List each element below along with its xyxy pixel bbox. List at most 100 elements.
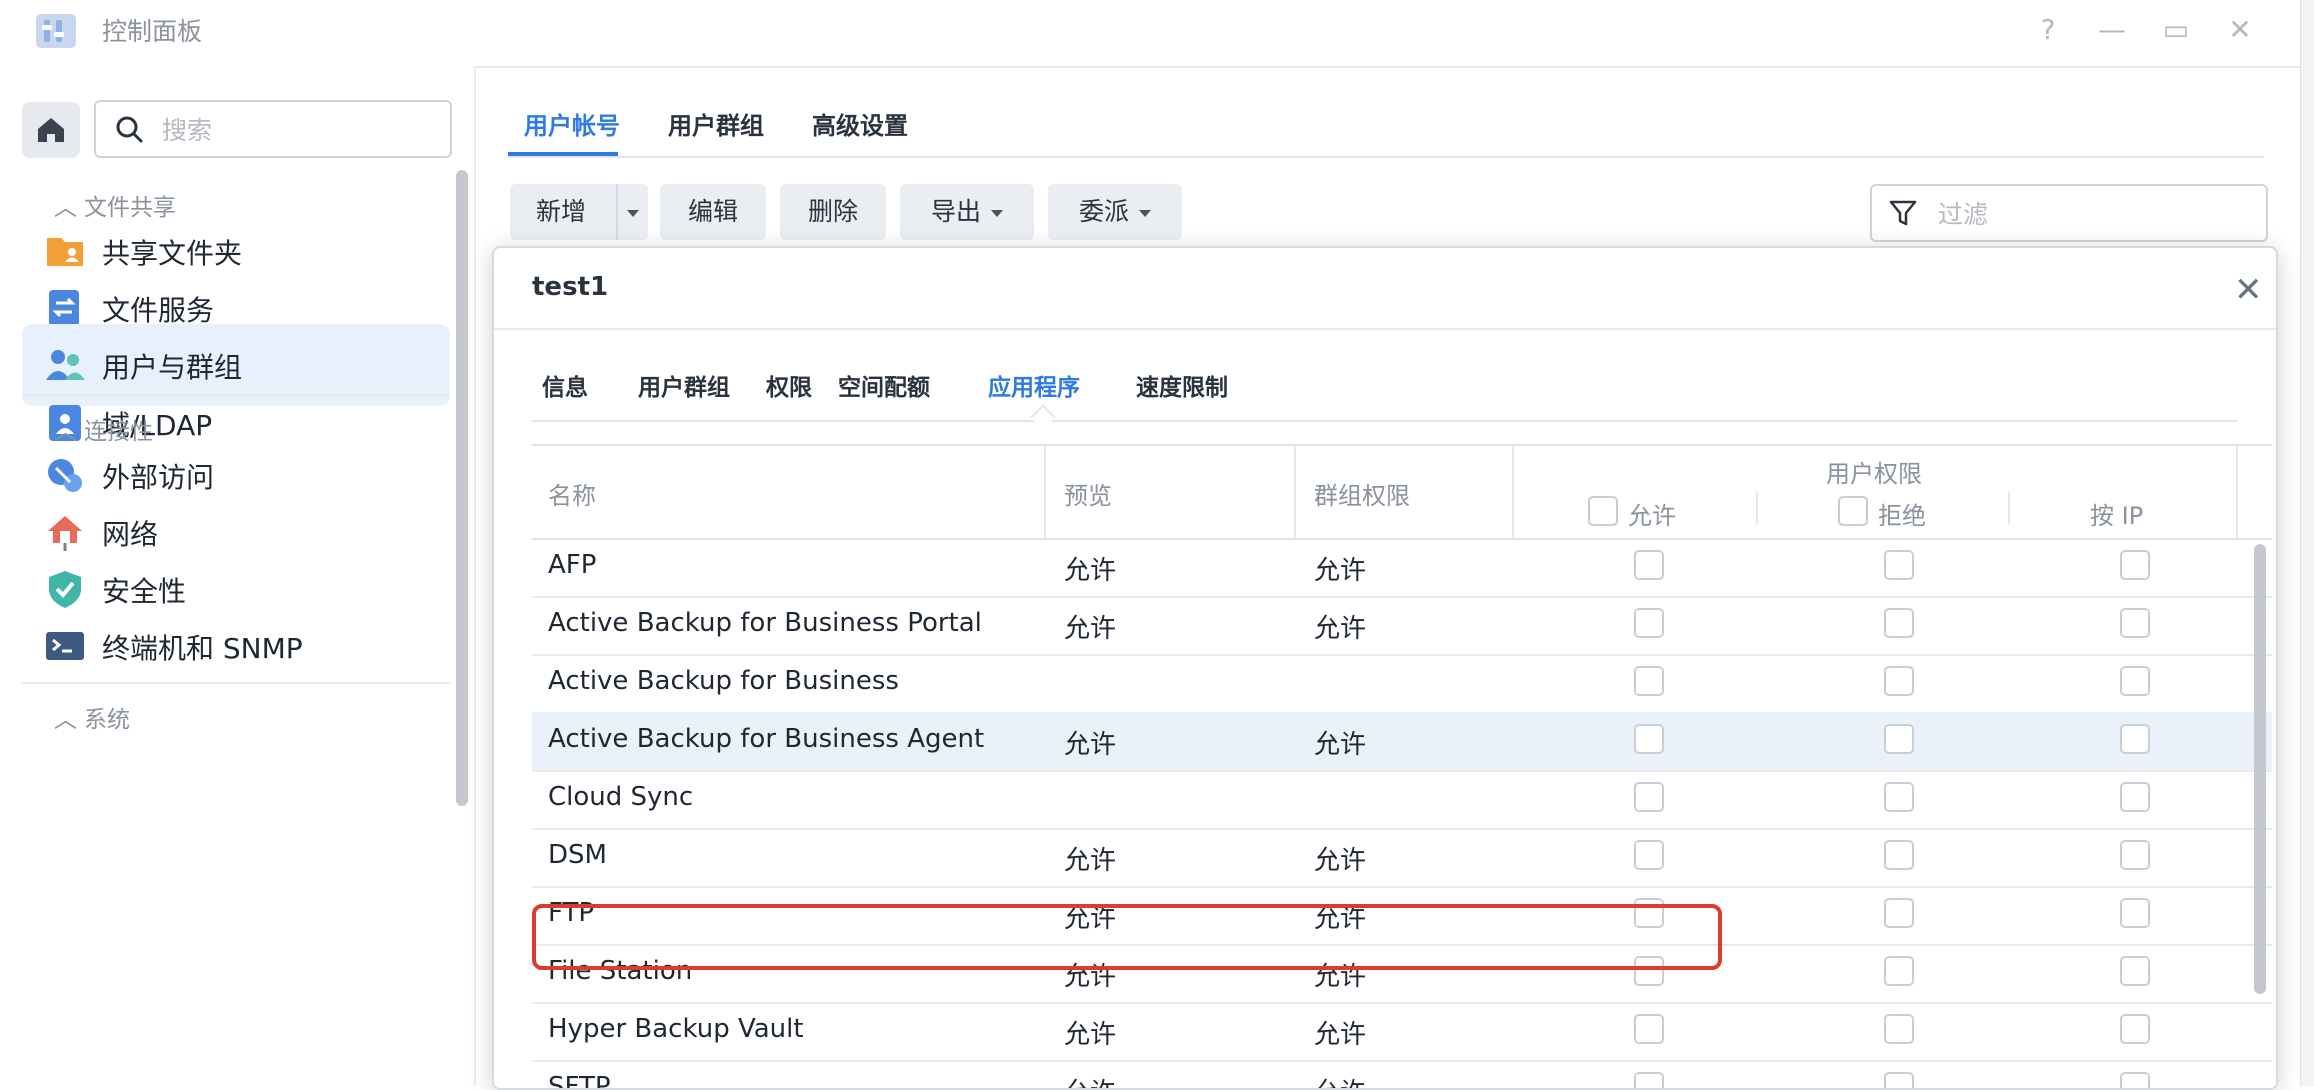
app-name-cell: DSM <box>548 840 607 870</box>
filter-input[interactable] <box>1936 194 2240 234</box>
terminal-icon <box>46 632 84 660</box>
filter-box[interactable] <box>1870 184 2268 242</box>
table-row[interactable]: Hyper Backup Vault 允许 允许 <box>532 1002 2272 1062</box>
table-row[interactable]: Active Backup for Business Agent 允许 允许 <box>532 712 2272 772</box>
delegate-button[interactable]: 委派 <box>1048 184 1182 240</box>
allow-checkbox[interactable] <box>1634 550 1664 580</box>
tab-user-groups[interactable]: 用户群组 <box>638 368 730 402</box>
sidebar: ︿文件共享 共享文件夹 文件服务 用户与群组 <box>0 66 476 1086</box>
by-ip-checkbox[interactable] <box>2120 898 2150 928</box>
users-icon <box>46 350 85 380</box>
delete-button[interactable]: 删除 <box>780 184 886 240</box>
header-allow: 允许 <box>1628 502 1676 530</box>
caret-down-icon <box>627 209 639 217</box>
home-button[interactable] <box>22 102 80 158</box>
table-row[interactable]: DSM 允许 允许 <box>532 828 2272 888</box>
by-ip-checkbox[interactable] <box>2120 840 2150 870</box>
user-edit-dialog: test1 ✕ 信息 用户群组 权限 空间配额 应用程序 速度限制 名称 预览 … <box>492 246 2278 1090</box>
deny-checkbox[interactable] <box>1884 608 1914 638</box>
sidebar-scrollbar[interactable] <box>456 170 468 806</box>
outer-scrollbar[interactable] <box>2300 0 2314 1086</box>
main-tabs: 用户帐号 用户群组 高级设置 <box>508 90 2264 158</box>
search-input[interactable] <box>160 110 434 150</box>
highlight-annotation-box <box>532 904 1722 970</box>
sidebar-item-label: 网络 <box>102 518 159 551</box>
preview-cell: 允许 <box>1064 614 1117 644</box>
allow-checkbox[interactable] <box>1634 666 1664 696</box>
deny-checkbox[interactable] <box>1884 1014 1914 1044</box>
dialog-title: test1 <box>532 272 609 302</box>
by-ip-checkbox[interactable] <box>2120 1014 2150 1044</box>
by-ip-checkbox[interactable] <box>2120 724 2150 754</box>
control-panel-window: 控制面板 ? — ▭ ✕ ︿文件共享 共享文 <box>0 0 2314 1090</box>
by-ip-checkbox[interactable] <box>2120 956 2150 986</box>
by-ip-checkbox[interactable] <box>2120 550 2150 580</box>
by-ip-checkbox[interactable] <box>2120 782 2150 812</box>
export-button[interactable]: 导出 <box>900 184 1034 240</box>
tab-speed-limit[interactable]: 速度限制 <box>1136 368 1228 402</box>
file-services-icon <box>49 290 79 326</box>
close-window-button[interactable]: ✕ <box>2220 10 2260 50</box>
column-separator <box>1044 446 1046 538</box>
allow-checkbox[interactable] <box>1634 1014 1664 1044</box>
app-name-cell: AFP <box>548 550 597 580</box>
section-header-system[interactable]: ︿ 系统 <box>54 700 130 734</box>
sidebar-item-label: 外部访问 <box>102 461 215 494</box>
active-tab-notch <box>1030 404 1056 430</box>
deny-all-checkbox[interactable] <box>1838 496 1868 526</box>
home-icon <box>38 118 64 142</box>
minimize-button[interactable]: — <box>2092 10 2132 50</box>
tab-permissions[interactable]: 权限 <box>766 368 812 402</box>
deny-checkbox[interactable] <box>1884 898 1914 928</box>
edit-button[interactable]: 编辑 <box>660 184 766 240</box>
table-row[interactable]: Active Backup for Business Portal 允许 允许 <box>532 596 2272 656</box>
table-row[interactable]: Cloud Sync <box>532 770 2272 830</box>
preview-cell: 允许 <box>1064 846 1117 876</box>
deny-checkbox[interactable] <box>1884 782 1914 812</box>
maximize-button[interactable]: ▭ <box>2156 10 2196 50</box>
tab-advanced-settings[interactable]: 高级设置 <box>812 106 908 141</box>
column-separator <box>1756 492 1758 524</box>
by-ip-checkbox[interactable] <box>2120 608 2150 638</box>
header-group-permission: 群组权限 <box>1314 482 1410 510</box>
table-scrollbar[interactable] <box>2254 544 2266 994</box>
app-name-cell: Active Backup for Business <box>548 666 899 696</box>
application-permissions-table: 名称 预览 群组权限 用户权限 允许 拒绝 按 IP AFP 允许 允许 Active… <box>532 444 2272 1088</box>
table-row[interactable]: AFP 允许 允许 <box>532 538 2272 598</box>
allow-checkbox[interactable] <box>1634 840 1664 870</box>
control-panel-app-icon <box>36 14 76 48</box>
help-button[interactable]: ? <box>2028 10 2068 50</box>
allow-checkbox[interactable] <box>1634 608 1664 638</box>
sidebar-search[interactable] <box>94 100 452 158</box>
tab-quota[interactable]: 空间配额 <box>838 368 930 402</box>
preview-cell: 允许 <box>1064 556 1117 586</box>
sidebar-item-label: 共享文件夹 <box>102 237 243 270</box>
filter-icon <box>1889 200 1917 226</box>
sidebar-item-terminal-snmp[interactable]: 终端机和 SNMP <box>22 605 450 687</box>
preview-cell: 允许 <box>1064 1020 1117 1050</box>
tab-user-accounts[interactable]: 用户帐号 <box>524 106 620 141</box>
table-row[interactable]: Active Backup for Business <box>532 654 2272 714</box>
header-user-permission: 用户权限 <box>1826 460 1922 488</box>
allow-checkbox[interactable] <box>1634 782 1664 812</box>
deny-checkbox[interactable] <box>1884 550 1914 580</box>
deny-checkbox[interactable] <box>1884 666 1914 696</box>
tab-user-groups[interactable]: 用户群组 <box>668 106 764 141</box>
tab-applications[interactable]: 应用程序 <box>988 368 1080 402</box>
app-name-cell: Active Backup for Business Agent <box>548 724 985 754</box>
close-icon[interactable]: ✕ <box>2234 270 2263 310</box>
table-row[interactable]: SFTP允许允许 <box>532 1060 2272 1088</box>
deny-checkbox[interactable] <box>1884 724 1914 754</box>
by-ip-checkbox[interactable] <box>2120 666 2150 696</box>
app-name-cell: Cloud Sync <box>548 782 694 812</box>
network-home-icon <box>48 516 82 551</box>
allow-checkbox[interactable] <box>1634 724 1664 754</box>
allow-all-checkbox[interactable] <box>1588 496 1618 526</box>
create-dropdown-button[interactable] <box>616 184 648 240</box>
tab-info[interactable]: 信息 <box>542 368 588 402</box>
column-separator <box>2008 492 2010 524</box>
caret-down-icon <box>991 209 1003 217</box>
deny-checkbox[interactable] <box>1884 956 1914 986</box>
deny-checkbox[interactable] <box>1884 840 1914 870</box>
sidebar-divider <box>22 394 450 396</box>
